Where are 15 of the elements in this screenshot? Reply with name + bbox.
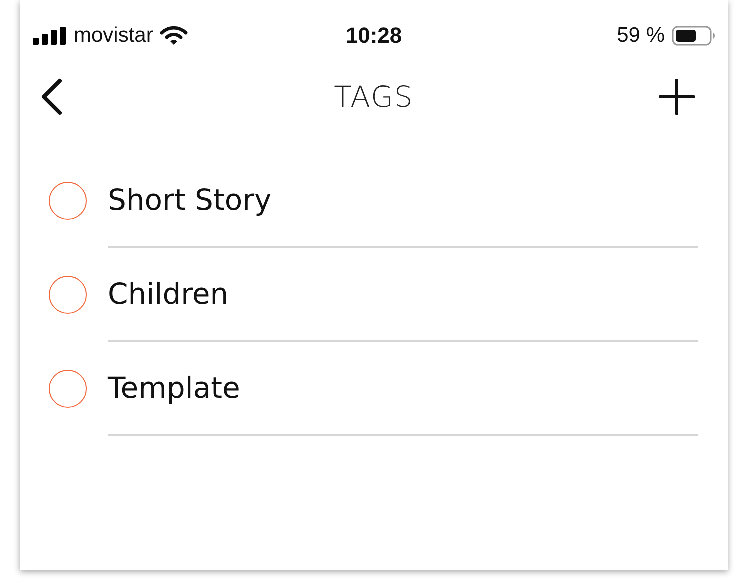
wifi-icon: [160, 26, 188, 46]
battery-icon: [672, 26, 716, 46]
battery-percent: 59 %: [617, 24, 665, 48]
tag-label[interactable]: Short Story: [108, 183, 272, 217]
tag-checkbox[interactable]: [49, 370, 87, 408]
page-title: TAGS: [334, 80, 414, 114]
clock-time: 10:28: [346, 23, 402, 49]
tag-label[interactable]: Template: [108, 371, 240, 405]
tag-checkbox[interactable]: [49, 276, 87, 314]
carrier-name: movistar: [74, 24, 154, 48]
signal-icon: [33, 27, 67, 45]
tag-checkbox[interactable]: [49, 182, 87, 220]
add-icon[interactable]: [659, 79, 695, 115]
back-icon[interactable]: [40, 78, 64, 116]
tag-label[interactable]: Children: [108, 277, 229, 311]
